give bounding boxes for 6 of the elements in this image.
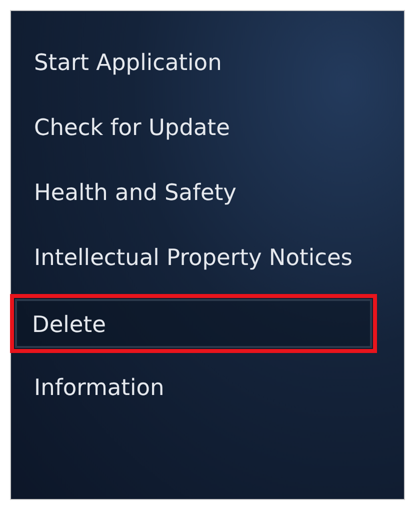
menu-item[interactable]: Delete xyxy=(10,294,377,353)
menu-item[interactable]: Start Application xyxy=(11,34,377,93)
menu-item[interactable]: Health and Safety xyxy=(11,164,377,223)
menu-item[interactable]: Information xyxy=(11,359,377,418)
menu-item[interactable]: Check for Update xyxy=(11,99,377,158)
menu-item[interactable]: Intellectual Property Notices xyxy=(11,229,377,288)
